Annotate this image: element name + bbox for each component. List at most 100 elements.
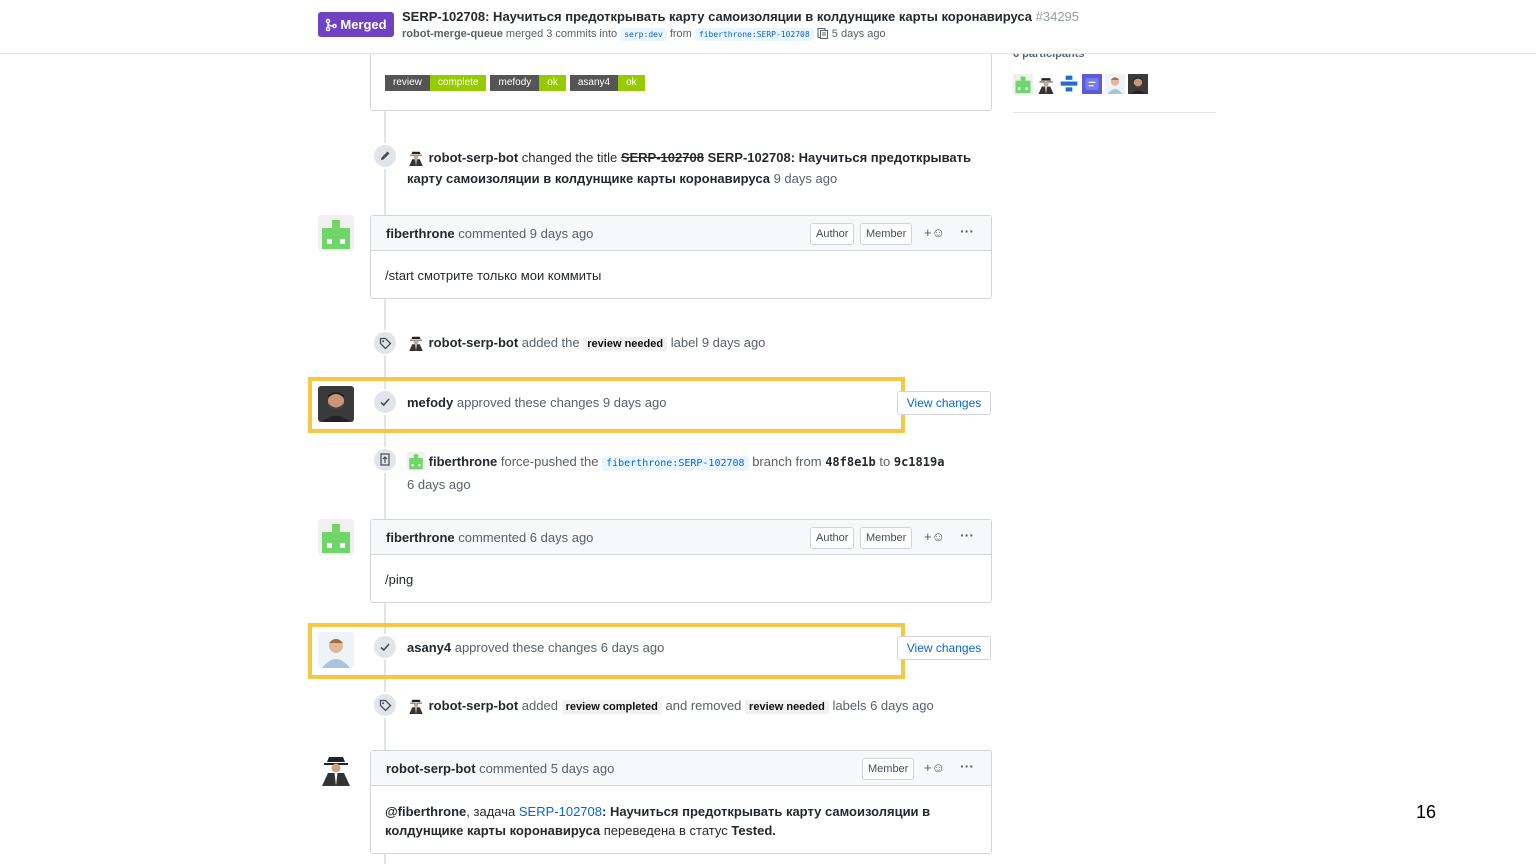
participant-avatar-mefody[interactable] [1128,74,1148,94]
comment-body: @fiberthrone, задача SERP-102708: Научит… [385,802,930,840]
copy-icon[interactable] [817,27,829,39]
event-time[interactable]: 9 days ago [774,171,838,186]
comment-author[interactable]: robot-serp-bot [386,761,476,776]
comment-time[interactable]: 9 days ago [530,226,594,241]
review-status-tags: review complete mefody ok asany4 ok [385,75,645,91]
to-sha[interactable]: 9c1819a [894,455,945,469]
comment-body: /start смотрите только мои коммиты [385,268,602,283]
actor-link[interactable]: asany4 [407,640,451,655]
tag-icon [372,330,398,356]
merger-link[interactable]: robot-merge-queue [402,28,503,40]
actor-link[interactable]: fiberthrone [429,454,498,469]
label-review-needed[interactable]: review needed [745,700,829,714]
event-time[interactable]: 9 days ago [702,335,766,350]
actor-link[interactable]: robot-serp-bot [429,698,519,713]
member-badge: Member [862,758,915,780]
participant-avatar-4[interactable] [1082,74,1102,94]
comment-author[interactable]: fiberthrone [386,226,455,241]
body-text-2: переведена в статус [603,823,728,838]
pr-title: SERP-102708: Научиться предоткрывать кар… [402,9,1079,24]
tag-icon [372,692,398,718]
participant-avatar-asany4[interactable] [1105,74,1125,94]
more-options-icon[interactable]: ··· [960,527,974,543]
new-title-line2: карту самоизоляции в колдунщике карты ко… [407,171,770,186]
base-branch[interactable]: serp:dev [620,28,667,41]
mefody-avatar[interactable] [318,386,354,422]
event-label-added: robot-serp-bot added the review needed l… [407,333,765,351]
check-icon [372,634,398,660]
to-text: to [879,454,891,469]
comment-meta: robot-serp-bot commented 5 days ago [386,761,614,776]
view-changes-button[interactable]: View changes [897,636,991,660]
action-text: force-pushed the [500,454,599,469]
tag-review-value: complete [429,75,487,91]
comment-robot-serp-bot: robot-serp-bot commented 5 days ago Memb… [370,750,992,854]
git-merge-icon [326,18,338,31]
add-reaction-icon[interactable]: +☺ [924,760,945,775]
comment-action: commented [458,226,527,241]
comment-fiberthrone-2: fiberthrone commented 6 days ago Author … [370,519,992,603]
tag-asany4-label: asany4 [569,75,619,91]
more-options-icon[interactable]: ··· [960,223,974,239]
fiberthrone-mini-avatar[interactable] [407,452,425,470]
page-number: 16 [1416,802,1437,822]
user-mention[interactable]: @fiberthrone [385,804,466,819]
event-time[interactable]: 6 days ago [870,698,934,713]
merged-status-badge: Merged [318,12,394,37]
member-badge: Member [860,527,913,549]
added-text: added [521,698,558,713]
robot-serp-bot-avatar[interactable] [318,750,354,786]
participant-avatar-fiberthrone[interactable] [1013,74,1033,94]
actor-link[interactable]: robot-serp-bot [429,335,519,350]
repo-push-icon [372,447,398,473]
check-icon [372,389,398,415]
fiberthrone-avatar[interactable] [318,519,354,555]
add-reaction-icon[interactable]: +☺ [924,529,945,544]
tag-review-label: review [385,75,430,91]
issue-title-1: : Научиться предоткрывать карту самоизол… [602,804,931,819]
label-suffix: label [670,335,699,350]
label-review-completed[interactable]: review completed [561,700,662,714]
actor-link[interactable]: mefody [407,395,453,410]
event-time[interactable]: 6 days ago [601,640,665,655]
participant-avatar-3[interactable] [1059,74,1079,94]
head-branch[interactable]: fiberthrone:SERP-102708 [694,28,814,41]
actor-link[interactable]: robot-serp-bot [429,150,519,165]
add-reaction-icon[interactable]: +☺ [924,225,945,240]
robot-serp-bot-avatar[interactable] [407,696,425,714]
event-labels-changed: robot-serp-bot added review completed an… [407,696,934,714]
event-time[interactable]: 6 days ago [407,477,471,492]
pr-number: #34295 [1035,9,1080,24]
pencil-icon [372,143,398,169]
comment-header: fiberthrone commented 6 days ago Author … [371,520,991,555]
comment-meta: fiberthrone commented 9 days ago [386,226,593,241]
description-box: review complete mefody ok asany4 ok [370,44,992,111]
pr-title-text: SERP-102708: Научиться предоткрывать кар… [402,9,1032,24]
comment-time[interactable]: 5 days ago [551,761,615,776]
author-badge: Author [810,223,855,245]
from-sha[interactable]: 48f8e1b [825,455,876,469]
issue-title-2: колдунщике карты коронавируса [385,823,601,838]
view-changes-button[interactable]: View changes [897,391,991,415]
event-approve-asany4: asany4 approved these changes 6 days ago [407,640,664,655]
label-review-needed[interactable]: review needed [583,337,668,351]
merge-time: 5 days ago [831,28,886,40]
comment-action: commented [479,761,548,776]
labels-suffix: labels [832,698,867,713]
asany4-avatar[interactable] [318,632,354,668]
comment-author[interactable]: fiberthrone [386,530,455,545]
robot-serp-bot-avatar[interactable] [407,148,425,166]
more-options-icon[interactable]: ··· [960,758,974,774]
pr-sticky-header: Merged SERP-102708: Научиться предоткрыв… [0,0,1536,54]
fiberthrone-avatar[interactable] [318,215,354,251]
participant-avatar-robot-serp-bot[interactable] [1036,74,1056,94]
event-force-push: fiberthrone force-pushed the fiberthrone… [407,451,944,495]
action-text: added the [521,335,580,350]
event-approve-mefody: mefody approved these changes 9 days ago [407,395,666,410]
issue-link[interactable]: SERP-102708 [519,804,602,819]
branch-ref[interactable]: fiberthrone:SERP-102708 [602,456,749,471]
event-time[interactable]: 9 days ago [603,395,667,410]
participants-list [1013,74,1148,94]
comment-time[interactable]: 6 days ago [530,530,594,545]
robot-serp-bot-avatar[interactable] [407,333,425,351]
